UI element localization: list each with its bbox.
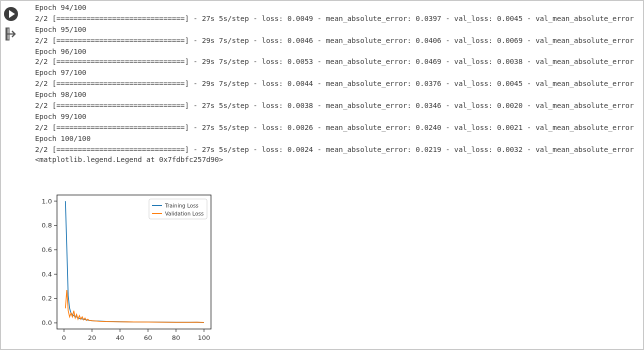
log-line: 2/2 [==============================] - 2…	[35, 101, 635, 111]
x-tick-label: 20	[88, 334, 96, 342]
log-line: 2/2 [==============================] - 2…	[35, 57, 635, 67]
y-tick-label: 0.6	[42, 246, 52, 254]
y-tick-label: 0.4	[42, 270, 52, 278]
log-line: 2/2 [==============================] - 2…	[35, 13, 635, 23]
log-line: Epoch 99/100	[35, 111, 87, 121]
log-line: Epoch 94/100	[35, 3, 87, 12]
log-line: 2/2 [==============================] - 2…	[35, 122, 635, 132]
output-arrow-icon[interactable]	[5, 27, 17, 41]
loss-chart: 0 20 40 60 80 100 0.0 0.2 0.4 0.6 0.8 1.0 Training L…	[37, 189, 217, 347]
log-line: Epoch 97/100	[35, 68, 87, 78]
cell-gutter	[1, 1, 23, 349]
x-tick-label: 0	[62, 334, 66, 342]
legend-label: Validation Loss	[165, 212, 204, 218]
x-tick-label: 100	[198, 334, 210, 342]
log-line: Epoch 96/100	[35, 46, 87, 56]
y-tick-label: 0.0	[42, 319, 52, 327]
cell-output: Epoch 94/100 2/2 [======================…	[35, 3, 635, 166]
x-tick-label: 40	[116, 334, 124, 342]
loss-chart-svg: 0 20 40 60 80 100 0.0 0.2 0.4 0.6 0.8 1.0 Training L…	[42, 194, 212, 342]
log-line: Epoch 95/100	[35, 24, 87, 34]
notebook-cell: Epoch 94/100 2/2 [======================…	[0, 0, 644, 350]
y-tick-label: 0.8	[42, 222, 52, 230]
log-line: Epoch 100/100	[35, 133, 91, 143]
y-tick-label: 0.2	[42, 295, 52, 303]
log-line: 2/2 [==============================] - 2…	[35, 79, 635, 89]
log-line: 2/2 [==============================] - 2…	[35, 35, 635, 45]
legend-label: Training Loss	[164, 204, 199, 210]
x-tick-label: 60	[144, 334, 152, 342]
play-circle-icon[interactable]	[4, 7, 18, 21]
x-tick-label: 80	[172, 334, 180, 342]
log-line: 2/2 [==============================] - 2…	[35, 144, 635, 154]
log-line: Epoch 98/100	[35, 90, 87, 100]
legend-repr-line: <matplotlib.legend.Legend at 0x7fdbfc257…	[35, 155, 224, 165]
y-tick-label: 1.0	[42, 197, 52, 205]
